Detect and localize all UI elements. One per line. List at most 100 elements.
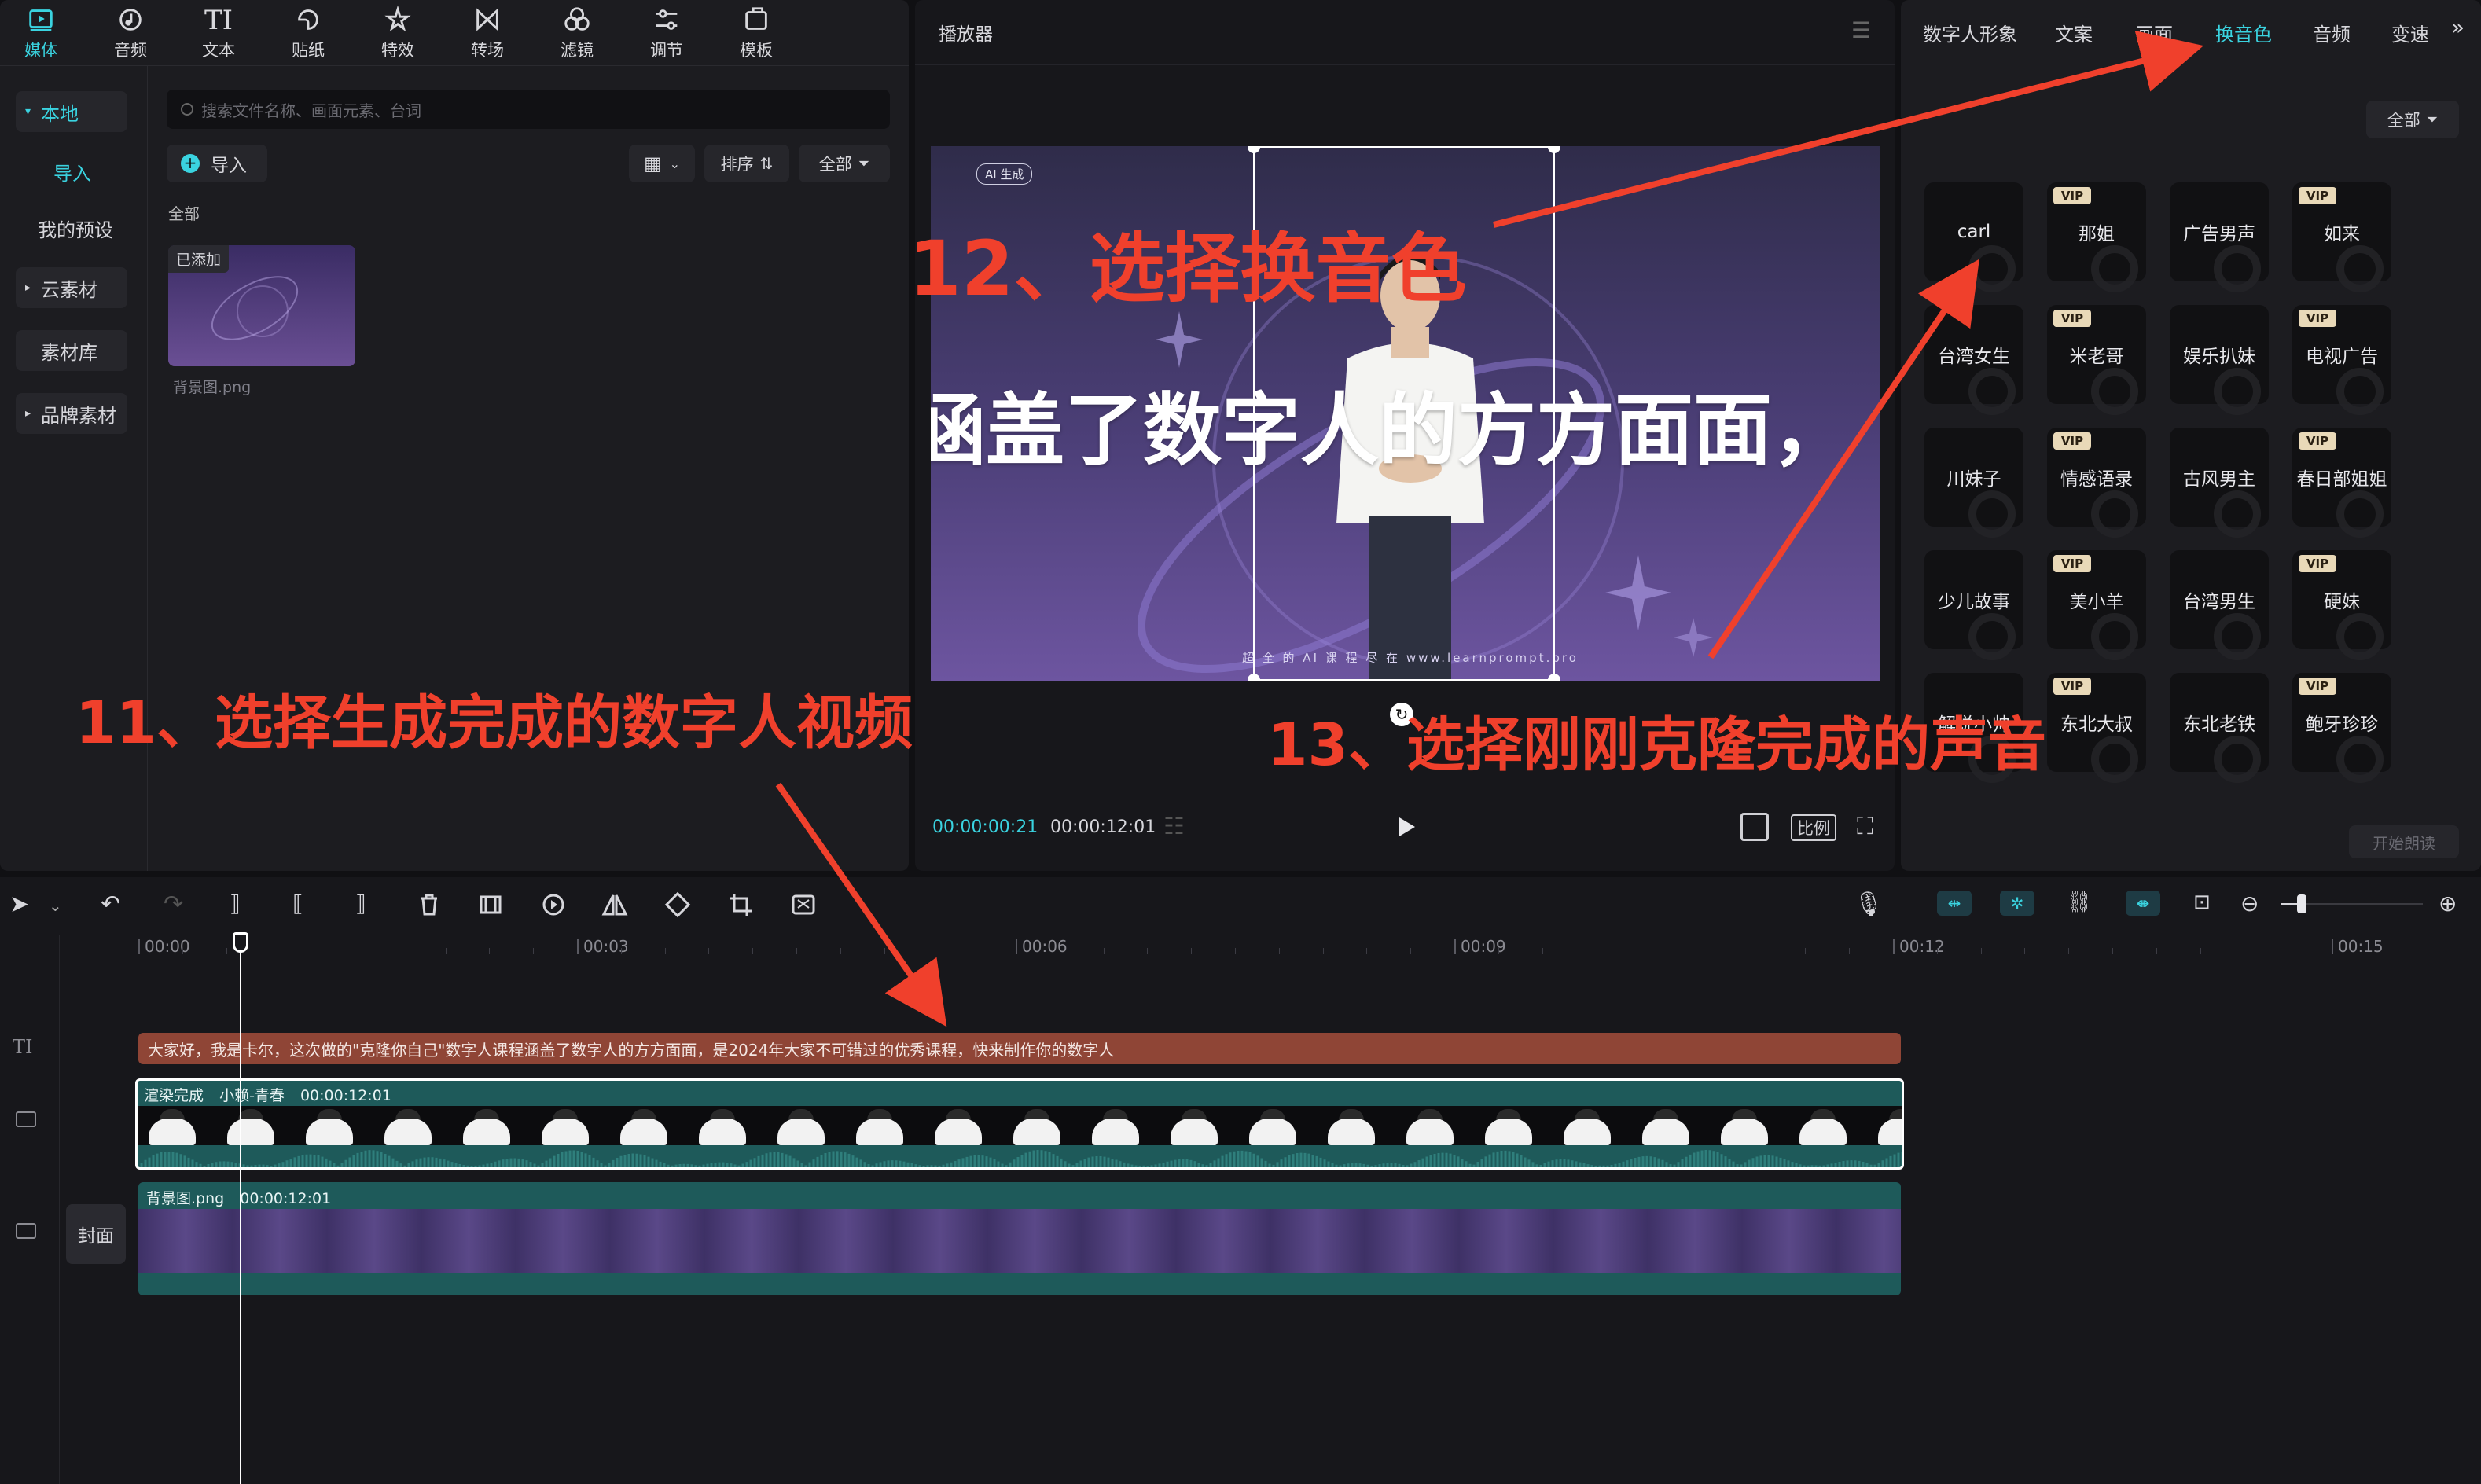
select-tool-icon[interactable]: ➤ (9, 891, 38, 919)
voice-option[interactable]: VIP 东北大叔 (2047, 673, 2146, 783)
ruler-minor-tick (2156, 948, 2157, 954)
preview-axis-icon[interactable]: ⇼ (2126, 891, 2160, 916)
import-button[interactable]: + 导入 (167, 145, 267, 182)
thumbnail-toggle-icon[interactable]: ⊡ (2193, 891, 2222, 919)
microphone-icon[interactable]: 🎙 (1854, 891, 1884, 919)
sidebar-item-brand[interactable]: ▸ 品牌素材 (16, 393, 127, 434)
mirror-icon[interactable] (601, 891, 629, 919)
sidebar-item-local[interactable]: ▾ 本地 (16, 91, 127, 132)
voice-glyph-icon (2091, 613, 2138, 660)
tab-audio-settings[interactable]: 音频 (2313, 19, 2351, 46)
voice-option[interactable]: 广告男声 (2170, 182, 2269, 292)
voice-glyph-icon (2091, 368, 2138, 415)
voice-option[interactable]: 东北老铁 (2170, 673, 2269, 783)
timecode-list-icon[interactable]: ☷ (1163, 813, 1185, 840)
more-tabs-icon[interactable]: » (2451, 14, 2464, 40)
undo-icon[interactable]: ↶ (101, 891, 129, 919)
playhead[interactable] (233, 932, 249, 1484)
sidebar-item-library[interactable]: 素材库 (16, 330, 127, 371)
tab-avatar[interactable]: 数字人形象 (1923, 19, 2017, 46)
voice-option[interactable]: VIP 如来 (2292, 182, 2391, 292)
delete-icon[interactable] (415, 891, 443, 919)
split-right-icon[interactable]: ⟧ (355, 891, 384, 919)
ai-cutout-icon[interactable] (789, 891, 818, 919)
tab-script[interactable]: 文案 (2055, 19, 2093, 46)
voice-option[interactable]: VIP 硬妹 (2292, 550, 2391, 660)
voice-option-label: 东北大叔 (2060, 714, 2133, 735)
auto-snap-icon[interactable]: ✲ (2000, 891, 2034, 916)
voice-option[interactable]: 台湾女生 (1924, 305, 2023, 415)
zoom-out-icon[interactable]: ⊖ (2240, 891, 2269, 919)
tab-text[interactable]: TI 文本 (179, 5, 258, 61)
text-clip[interactable]: 大家好，我是卡尔，这次做的"克隆你自己"数字人课程涵盖了数字人的方方面面，是20… (138, 1033, 1901, 1064)
resize-handle[interactable] (1548, 674, 1560, 681)
tab-audio[interactable]: 音频 (91, 5, 170, 61)
voice-option[interactable]: carl (1924, 182, 2023, 292)
tab-canvas[interactable]: 画面 (2135, 19, 2173, 46)
tab-filter[interactable]: 滤镜 (538, 5, 616, 61)
video-clip[interactable]: 渲染完成 小赖-青春 00:00:12:01 (135, 1078, 1904, 1170)
voice-option[interactable]: VIP 情感语录 (2047, 428, 2146, 538)
fullscreen-icon[interactable]: ⛶ (1857, 813, 1873, 840)
tab-change-voice[interactable]: 换音色 (2215, 19, 2272, 46)
voice-option[interactable]: VIP 春日部姐姐 (2292, 428, 2391, 538)
zoom-slider[interactable] (2281, 894, 2423, 913)
ruler-tick (1016, 939, 1017, 954)
crop-icon[interactable] (726, 891, 755, 919)
view-mode-button[interactable]: ▦ ⌄ (629, 145, 695, 182)
sidebar-item-presets[interactable]: 我的预设 (16, 208, 127, 248)
split-left-icon[interactable]: ⟦ (292, 891, 321, 919)
sort-button[interactable]: 排序 ⇅ (704, 145, 789, 182)
voice-option[interactable]: 古风男主 (2170, 428, 2269, 538)
voice-option[interactable]: 台湾男生 (2170, 550, 2269, 660)
ruler-minor-tick (1980, 948, 1982, 954)
voice-filter-button[interactable]: 全部 ⏷ (2366, 101, 2459, 138)
zoom-fit-icon[interactable] (1740, 813, 1769, 841)
reverse-icon[interactable] (539, 891, 568, 919)
split-icon[interactable]: ⟧ (230, 891, 258, 919)
tab-speed[interactable]: 变速 (2391, 19, 2429, 46)
voice-option[interactable]: 少儿故事 (1924, 550, 2023, 660)
main-track-magnet-icon[interactable]: ⇹ (1937, 891, 1972, 916)
chevron-down-icon[interactable]: ⌄ (49, 896, 77, 924)
playhead-handle[interactable] (233, 932, 249, 953)
start-reading-button[interactable]: 开始朗读 (2349, 825, 2459, 858)
sidebar-item-presets-label: 我的预设 (38, 219, 113, 241)
video-frame-thumbnail (1793, 1109, 1853, 1145)
voice-option[interactable]: VIP 美小羊 (2047, 550, 2146, 660)
filter-button[interactable]: 全部 ⏷ (799, 145, 890, 182)
tab-media[interactable]: 媒体 (2, 5, 80, 61)
freeze-frame-icon[interactable] (476, 891, 505, 919)
media-asset-card[interactable]: 已添加 (168, 245, 355, 366)
tab-sticker[interactable]: 贴纸 (269, 5, 347, 61)
media-search-input[interactable]: 搜索文件名称、画面元素、台词 (167, 90, 890, 129)
ratio-button[interactable]: 比例 (1791, 814, 1836, 841)
player-menu-icon[interactable]: ☰ (1851, 17, 1871, 43)
link-icon[interactable]: ⛓ (2066, 891, 2094, 919)
ruler-minor-tick (708, 948, 710, 954)
video-frame-thumbnail (693, 1109, 752, 1145)
annotation-step13: 13、选择刚刚克隆完成的声音 (1267, 711, 2046, 779)
zoom-slider-thumb[interactable] (2297, 894, 2306, 913)
play-button[interactable] (1395, 813, 1418, 841)
tab-transition[interactable]: 转场 (448, 5, 527, 61)
cover-button[interactable]: 封面 (66, 1204, 126, 1264)
voice-option[interactable]: VIP 米老哥 (2047, 305, 2146, 415)
sidebar-item-import[interactable]: 导入 (16, 151, 127, 192)
voice-option[interactable]: 娱乐扒妹 (2170, 305, 2269, 415)
waveform-path (138, 1150, 1902, 1167)
resize-handle[interactable] (1248, 674, 1260, 681)
redo-icon[interactable]: ↷ (164, 891, 192, 919)
background-clip[interactable]: 背景图.png 00:00:12:01 (138, 1182, 1901, 1295)
tab-effects[interactable]: 特效 (358, 5, 437, 61)
sidebar-item-cloud[interactable]: ▸ 云素材 (16, 267, 127, 308)
tab-template[interactable]: 模板 (717, 5, 796, 61)
voice-option[interactable]: 川妹子 (1924, 428, 2023, 538)
voice-option[interactable]: VIP 那姐 (2047, 182, 2146, 292)
voice-option[interactable]: VIP 鲍牙珍珍 (2292, 673, 2391, 783)
voice-option[interactable]: VIP 电视广告 (2292, 305, 2391, 415)
rotate-icon[interactable] (663, 891, 692, 919)
annotation-step12: 12、选择换音色 (909, 225, 1467, 313)
tab-adjust[interactable]: 调节 (627, 5, 706, 61)
zoom-in-icon[interactable]: ⊕ (2439, 891, 2467, 919)
